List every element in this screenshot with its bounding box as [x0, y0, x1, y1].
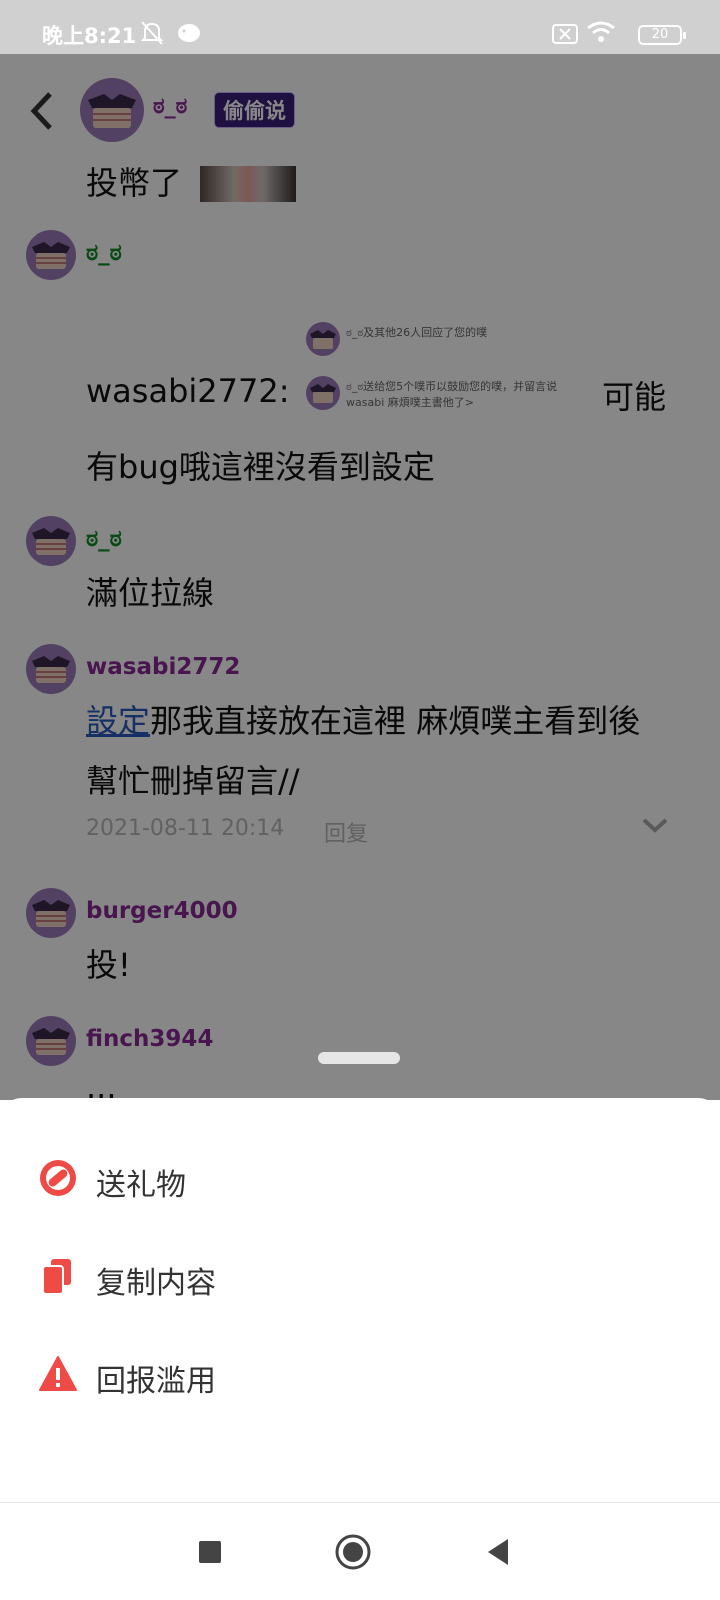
bird-icon	[178, 24, 200, 42]
wifi-icon	[587, 21, 615, 42]
bell-off-icon	[140, 21, 164, 45]
sheet-item-label: 复制内容	[96, 1266, 216, 1301]
sim-off-icon	[552, 24, 578, 44]
sheet-item-copy-content[interactable]: 复制内容	[0, 1236, 720, 1316]
battery-icon: 20	[638, 25, 686, 45]
circle-home-icon[interactable]	[332, 1531, 374, 1573]
gift-icon	[40, 1160, 76, 1196]
status-time: 晚上8:21	[42, 24, 137, 48]
dim-overlay[interactable]	[0, 54, 720, 1100]
sheet-item-label: 送礼物	[96, 1168, 186, 1203]
copy-icon	[42, 1259, 71, 1295]
triangle-back-icon[interactable]	[478, 1531, 520, 1573]
sheet-item-label: 回报滥用	[96, 1364, 216, 1399]
system-nav-bar	[0, 1502, 720, 1600]
sheet-item-report-abuse[interactable]: 回报滥用	[0, 1334, 720, 1414]
warning-icon	[39, 1356, 77, 1391]
sheet-drag-handle[interactable]	[318, 1052, 400, 1064]
sheet-item-send-gift[interactable]: 送礼物	[0, 1138, 720, 1218]
square-recents-icon[interactable]	[189, 1531, 231, 1573]
status-bar: 晚上8:21 20	[0, 0, 720, 54]
action-sheet: 送礼物 复制内容 回报滥用	[0, 1098, 720, 1502]
